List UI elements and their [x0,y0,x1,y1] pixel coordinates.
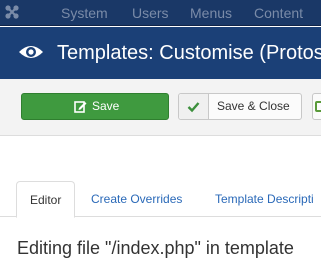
nav-menu-system[interactable]: System [61,5,108,21]
eye-icon [19,46,43,58]
edit-icon [74,101,87,113]
save-close-icon-box [179,94,209,119]
save-close-button-label: Save & Close [217,99,290,113]
toolbar: Save Save & Close [0,79,321,136]
save-button[interactable]: Save [21,93,169,120]
save-button-label: Save [92,99,120,113]
tab-editor[interactable]: Editor [16,181,76,218]
editing-file-heading: Editing file "/index.php" in template [17,238,294,258]
page-header: Templates: Customise (Protos [0,27,321,79]
tab-create-overrides[interactable]: Create Overrides [78,181,195,217]
copy-icon [315,101,321,112]
joomla-logo-icon[interactable] [3,3,21,21]
top-navbar: System Users Menus Content [0,0,321,26]
save-close-button[interactable]: Save & Close [178,93,302,120]
nav-menu-users[interactable]: Users [132,5,169,21]
checkmark-icon [187,102,200,113]
nav-menu-menus[interactable]: Menus [190,5,232,21]
tab-template-description[interactable]: Template Descripti [202,181,321,217]
page-title: Templates: Customise (Protos [57,42,321,64]
tab-bar: Editor Create Overrides Template Descrip… [0,181,321,218]
nav-menu-content[interactable]: Content [254,5,303,21]
save-copy-button[interactable] [312,93,321,120]
